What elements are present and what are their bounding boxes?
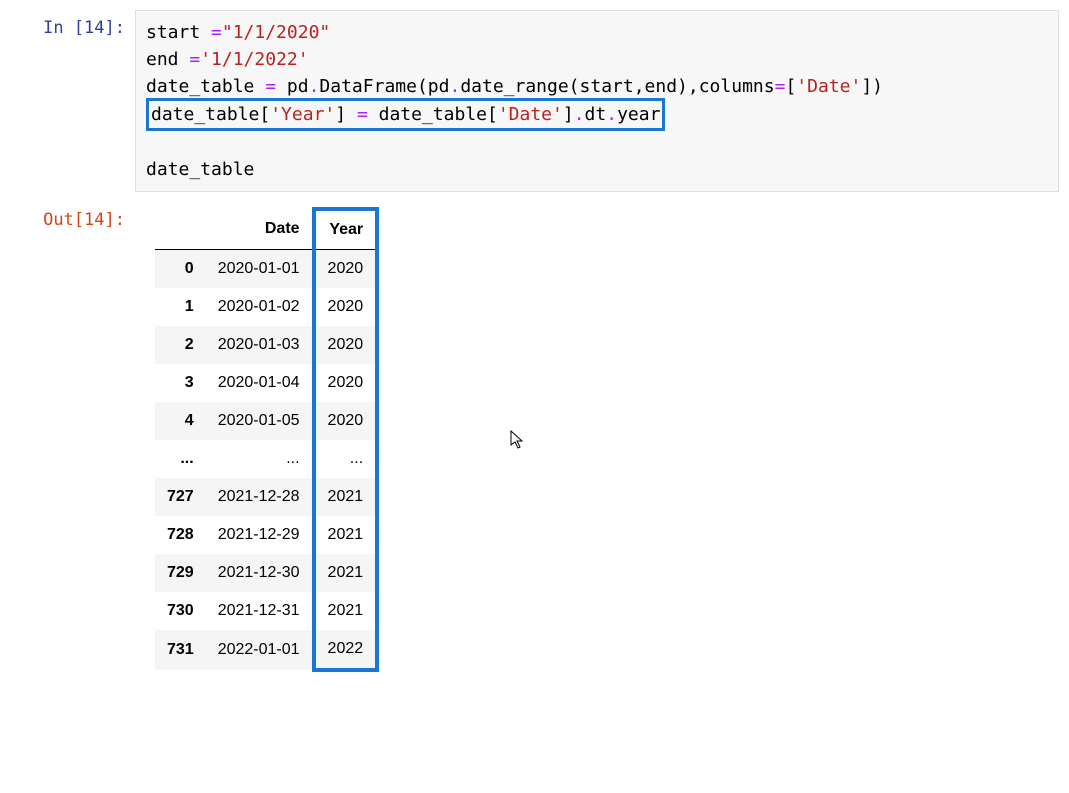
- code-line-3: date_table = pd.DataFrame(pd.date_range(…: [146, 76, 883, 97]
- table-row: 7272021-12-282021: [155, 478, 377, 516]
- code-editor[interactable]: start ="1/1/2020" end ='1/1/2022' date_t…: [135, 10, 1059, 192]
- year-header: Year: [314, 209, 378, 250]
- table-row: 7282021-12-292021: [155, 516, 377, 554]
- code-line-1: start ="1/1/2020": [146, 22, 330, 43]
- table-row: 42020-01-052020: [155, 402, 377, 440]
- code-line-2: end ='1/1/2022': [146, 49, 309, 70]
- table-row: 12020-01-022020: [155, 288, 377, 326]
- table-body: 02020-01-012020 12020-01-022020 22020-01…: [155, 250, 377, 671]
- index-header: [155, 209, 206, 250]
- input-prompt: In [14]:: [10, 10, 135, 38]
- output-area: Date Year 02020-01-012020 12020-01-02202…: [135, 202, 1059, 672]
- table-row: 7302021-12-312021: [155, 592, 377, 630]
- table-row: 7292021-12-302021: [155, 554, 377, 592]
- table-row-ellipsis: .........: [155, 440, 377, 478]
- table-row: 7312022-01-012022: [155, 630, 377, 670]
- table-row: 32020-01-042020: [155, 364, 377, 402]
- date-header: Date: [206, 209, 314, 250]
- table-row: 02020-01-012020: [155, 250, 377, 289]
- highlighted-code-line: date_table['Year'] = date_table['Date'].…: [146, 98, 665, 131]
- table-header-row: Date Year: [155, 209, 377, 250]
- input-cell: In [14]: start ="1/1/2020" end ='1/1/202…: [10, 10, 1059, 192]
- table-row: 22020-01-032020: [155, 326, 377, 364]
- output-cell: Out[14]: Date Year 02020-01-012020 12020…: [10, 202, 1059, 672]
- dataframe-table: Date Year 02020-01-012020 12020-01-02202…: [155, 207, 379, 672]
- output-prompt: Out[14]:: [10, 202, 135, 230]
- code-line-6: date_table: [146, 159, 254, 180]
